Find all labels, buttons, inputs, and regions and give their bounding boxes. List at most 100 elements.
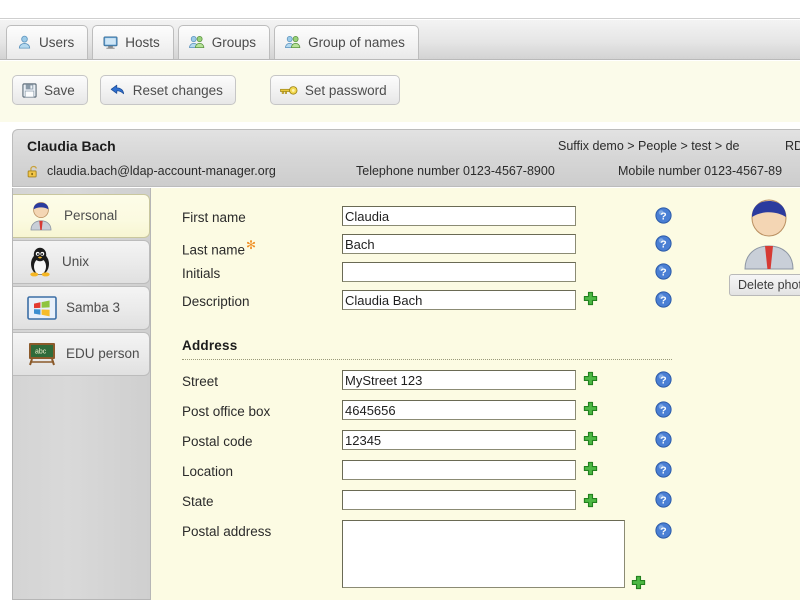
account-mobile: Mobile number 0123-4567-89: [618, 164, 782, 178]
suffix-value: demo > People > test > de: [592, 139, 740, 153]
help-icon[interactable]: ?: [655, 522, 672, 539]
set-password-button[interactable]: Set password: [269, 75, 400, 105]
module-sidebar: Personal Unix Samba 3 abc EDU person: [12, 188, 151, 600]
module-content-pane: Delete photo First name ? Last name✻: [151, 188, 800, 600]
account-telephone: Telephone number 0123-4567-8900: [356, 164, 555, 178]
undo-arrow-icon: [110, 83, 126, 98]
initials-input[interactable]: [342, 262, 576, 282]
first-name-input[interactable]: [342, 206, 576, 226]
field-label-text: Last name: [182, 242, 246, 258]
svg-text:abc: abc: [35, 349, 47, 356]
main-tab-bar: Users Hosts Groups Group of names: [0, 20, 800, 60]
svg-text:?: ?: [660, 266, 666, 278]
floppy-disk-icon: [22, 82, 37, 98]
help-icon[interactable]: ?: [655, 401, 672, 418]
save-button[interactable]: Save: [12, 75, 88, 105]
account-body: Personal Unix Samba 3 abc EDU person Del…: [12, 188, 800, 600]
sidebar-item-personal[interactable]: Personal: [13, 194, 150, 238]
sidebar-item-label: Unix: [62, 254, 90, 270]
add-value-plus-icon[interactable]: [582, 371, 599, 388]
monitor-icon: [103, 35, 118, 50]
help-icon[interactable]: ?: [655, 235, 672, 252]
mobile-value: 0123-4567-89: [704, 164, 783, 178]
section-divider: [182, 359, 672, 360]
post-office-box-input[interactable]: [342, 400, 576, 420]
add-value-plus-icon[interactable]: [582, 401, 599, 418]
windows-icon: [27, 295, 57, 321]
add-value-plus-icon[interactable]: [630, 575, 647, 592]
field-row-state: State ?: [151, 490, 800, 520]
open-lock-icon: [27, 165, 41, 179]
svg-text:?: ?: [660, 210, 666, 222]
mobile-label: Mobile number: [618, 164, 701, 178]
telephone-label: Telephone number: [356, 164, 460, 178]
field-row-postal-address: Postal address ?: [151, 520, 800, 600]
window-top-strip: [0, 0, 800, 19]
help-icon[interactable]: ?: [655, 461, 672, 478]
tab-group-of-names[interactable]: Group of names: [274, 25, 419, 59]
description-input[interactable]: [342, 290, 576, 310]
required-marker: ✻: [246, 238, 257, 252]
svg-text:?: ?: [660, 374, 666, 386]
sidebar-item-samba3[interactable]: Samba 3: [13, 286, 150, 330]
last-name-input[interactable]: [342, 234, 576, 254]
add-value-plus-icon[interactable]: [582, 291, 599, 308]
help-icon[interactable]: ?: [655, 263, 672, 280]
field-label: State: [182, 494, 214, 509]
suffix-label: Suffix: [558, 139, 590, 153]
field-row-street: Street ?: [151, 370, 800, 400]
account-email: claudia.bach@ldap-account-manager.org: [47, 164, 276, 178]
tab-label: Hosts: [125, 34, 160, 50]
sidebar-item-unix[interactable]: Unix: [13, 240, 150, 284]
telephone-value: 0123-4567-8900: [463, 164, 555, 178]
field-label: Post office box: [182, 404, 271, 419]
field-label: First name: [182, 210, 246, 225]
add-value-plus-icon[interactable]: [582, 493, 599, 510]
tab-groups[interactable]: Groups: [177, 25, 271, 59]
field-label: Location: [182, 464, 234, 479]
add-value-plus-icon[interactable]: [582, 431, 599, 448]
sidebar-item-edu-person[interactable]: abc EDU person: [13, 332, 150, 376]
help-icon[interactable]: ?: [655, 371, 672, 388]
account-suffix: Suffix demo > People > test > de: [558, 139, 740, 153]
svg-text:?: ?: [660, 525, 666, 537]
user-icon: [17, 35, 32, 50]
field-label: Description: [182, 294, 250, 309]
svg-text:?: ?: [660, 294, 666, 306]
tab-label: Group of names: [308, 34, 405, 50]
account-header-panel: Claudia Bach Suffix demo > People > test…: [12, 129, 800, 187]
help-icon[interactable]: ?: [655, 291, 672, 308]
sidebar-item-label: Samba 3: [66, 300, 121, 316]
field-label: Postal code: [182, 434, 253, 449]
person-icon: [27, 201, 55, 231]
action-toolbar: Save Reset changes Set password: [0, 61, 800, 122]
state-input[interactable]: [342, 490, 576, 510]
svg-text:?: ?: [660, 494, 666, 506]
section-header-address: Address: [182, 338, 672, 360]
postal-code-input[interactable]: [342, 430, 576, 450]
account-display-name: Claudia Bach: [27, 138, 116, 154]
field-row-first-name: First name ?: [151, 206, 800, 236]
help-icon[interactable]: ?: [655, 431, 672, 448]
svg-text:?: ?: [660, 464, 666, 476]
account-header-row-secondary: claudia.bach@ldap-account-manager.org Te…: [13, 162, 800, 184]
section-title: Address: [182, 338, 238, 353]
street-input[interactable]: [342, 370, 576, 390]
reset-changes-button[interactable]: Reset changes: [99, 75, 236, 105]
field-label: Street: [182, 374, 219, 389]
group-icon: [285, 35, 301, 50]
location-input[interactable]: [342, 460, 576, 480]
svg-text:?: ?: [660, 238, 666, 250]
field-row-post-office-box: Post office box ?: [151, 400, 800, 430]
tab-hosts[interactable]: Hosts: [92, 25, 174, 59]
help-icon[interactable]: ?: [655, 491, 672, 508]
set-password-label: Set password: [304, 82, 387, 98]
postal-address-textarea[interactable]: [342, 520, 625, 588]
add-value-plus-icon[interactable]: [582, 461, 599, 478]
tab-users[interactable]: Users: [6, 25, 89, 59]
field-label: Postal address: [182, 524, 272, 539]
sidebar-item-label: EDU person: [66, 346, 140, 362]
help-icon[interactable]: ?: [655, 207, 672, 224]
field-row-initials: Initials ?: [151, 262, 800, 292]
sidebar-item-label: Personal: [64, 208, 118, 224]
